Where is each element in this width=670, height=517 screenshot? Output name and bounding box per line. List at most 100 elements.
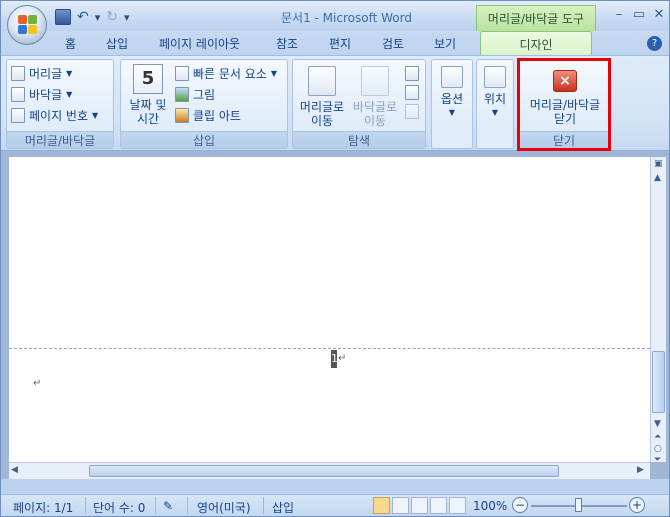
chevron-down-icon: ▼ (270, 68, 278, 78)
header-label: 머리글 (29, 66, 63, 81)
horizontal-scroll-thumb[interactable] (89, 465, 559, 477)
goto-footer-icon (361, 66, 389, 96)
chevron-down-icon: ▼ (66, 68, 73, 78)
paragraph-mark: ↵ (338, 353, 347, 364)
scroll-down-icon[interactable]: ▼ (654, 419, 661, 429)
full-screen-reading-icon[interactable] (392, 497, 409, 514)
restore-icon[interactable]: ▭ (629, 7, 649, 22)
language-indicator[interactable]: 영어(미국) (197, 499, 251, 516)
footer-icon (11, 86, 25, 102)
tab-view[interactable]: 보기 (434, 35, 456, 52)
browse-object-icon[interactable]: ○ (654, 444, 662, 454)
quick-parts-icon (175, 65, 189, 81)
quick-access-toolbar: ↶ ▾ ↻ ▾ (55, 7, 130, 27)
tab-home[interactable]: 홈 (65, 35, 76, 52)
outline-icon[interactable] (430, 497, 447, 514)
vertical-scrollbar[interactable]: ▣ ▲ ▼ ⏶ ○ ⏷ (650, 157, 666, 465)
picture-label: 그림 (193, 87, 216, 102)
options-icon (441, 66, 463, 88)
tab-review[interactable]: 검토 (382, 35, 404, 52)
insert-mode[interactable]: 삽입 (272, 499, 294, 516)
horizontal-scrollbar[interactable]: ◀ ▶ (9, 462, 650, 479)
nav-small-buttons (405, 66, 421, 119)
page-number-button[interactable]: 페이지 번호 ▼ (11, 106, 98, 124)
group-options: 옵션 ▼ (431, 59, 473, 149)
quick-parts-label: 빠른 문서 요소 (193, 66, 267, 81)
view-buttons (373, 497, 466, 514)
next-page-icon[interactable]: ⏷ (654, 455, 661, 465)
footer-button[interactable]: 바닥글 ▼ (11, 85, 72, 103)
chevron-down-icon: ▼ (66, 89, 73, 99)
undo-icon[interactable]: ↶ (77, 9, 89, 25)
zoom-out-icon[interactable]: − (512, 497, 528, 513)
previous-page-icon[interactable]: ⏶ (654, 432, 661, 442)
minimize-icon[interactable]: – (609, 7, 629, 22)
status-bar: 페이지: 1/1 단어 수: 0 ✎ 영어(미국) 삽입 100% − + (1, 494, 669, 516)
goto-header-label-1: 머리글로 (299, 100, 345, 114)
options-button[interactable]: 옵션 ▼ (434, 66, 470, 120)
goto-header-label-2: 이동 (310, 114, 334, 128)
undo-dropdown-icon[interactable]: ▾ (95, 11, 101, 24)
scroll-right-icon[interactable]: ▶ (637, 465, 644, 475)
previous-section-icon[interactable] (405, 66, 419, 81)
web-layout-icon[interactable] (411, 497, 428, 514)
date-time-button[interactable]: 5 날짜 및 시간 (125, 64, 171, 126)
help-icon[interactable]: ? (647, 36, 662, 51)
proofing-icon[interactable]: ✎ (163, 499, 173, 513)
clipart-button[interactable]: 클립 아트 (175, 106, 241, 124)
zoom-in-icon[interactable]: + (629, 497, 645, 513)
position-label: 위치 (483, 92, 507, 106)
page-number-icon (11, 107, 25, 123)
position-icon (484, 66, 506, 88)
tab-insert[interactable]: 삽입 (106, 35, 128, 52)
document-page[interactable]: 1 ↵ ↵ (9, 157, 650, 462)
goto-header-button[interactable]: 머리글로 이동 (296, 66, 348, 128)
scroll-left-icon[interactable]: ◀ (11, 465, 18, 475)
goto-footer-label-2: 이동 (363, 114, 387, 128)
tab-page-layout[interactable]: 페이지 레이아웃 (159, 35, 240, 52)
zoom-level[interactable]: 100% (473, 499, 507, 513)
tab-references[interactable]: 참조 (276, 35, 298, 52)
save-icon[interactable] (55, 9, 71, 25)
ruler-toggle-icon[interactable]: ▣ (654, 159, 663, 169)
date-time-label-1: 날짜 및 (129, 98, 167, 112)
clipart-label: 클립 아트 (193, 108, 241, 123)
tab-mailings[interactable]: 편지 (329, 35, 351, 52)
position-button[interactable]: 위치 ▼ (479, 66, 511, 120)
calendar-icon: 5 (133, 64, 163, 94)
print-layout-icon[interactable] (373, 497, 390, 514)
highlight-box (517, 58, 611, 151)
customize-qat-icon[interactable]: ▾ (124, 11, 130, 24)
goto-footer-button[interactable]: 바닥글로 이동 (349, 66, 401, 128)
paragraph-mark: ↵ (33, 378, 42, 389)
draft-icon[interactable] (449, 497, 466, 514)
page-count[interactable]: 페이지: 1/1 (13, 499, 73, 516)
options-label: 옵션 (440, 92, 464, 106)
chevron-down-icon: ▼ (491, 108, 499, 117)
group-header-footer: 머리글 ▼ 바닥글 ▼ 페이지 번호 ▼ 머리글/바닥글 (6, 59, 114, 149)
vertical-scroll-thumb[interactable] (652, 351, 665, 413)
window-title: 문서1 - Microsoft Word (281, 11, 412, 25)
word-count[interactable]: 단어 수: 0 (93, 499, 145, 516)
scroll-up-icon[interactable]: ▲ (654, 173, 661, 183)
context-tool-label: 머리글/바닥글 도구 (476, 5, 596, 31)
next-section-icon[interactable] (405, 85, 419, 100)
word-window: ↶ ▾ ↻ ▾ 문서1 - Microsoft Word 머리글/바닥글 도구 … (0, 0, 670, 517)
office-button[interactable] (7, 5, 47, 45)
tab-design[interactable]: 디자인 (480, 31, 592, 56)
page-number-label: 페이지 번호 (29, 108, 89, 123)
picture-button[interactable]: 그림 (175, 85, 215, 103)
page-number-field[interactable]: 1 (331, 350, 338, 368)
redo-icon[interactable]: ↻ (106, 9, 118, 25)
goto-footer-label-1: 바닥글로 (352, 100, 398, 114)
link-to-previous-icon[interactable] (405, 104, 419, 119)
header-button[interactable]: 머리글 ▼ (11, 64, 72, 82)
group-navigation: 머리글로 이동 바닥글로 이동 탐색 (292, 59, 426, 149)
close-window-icon[interactable]: ✕ (649, 7, 669, 22)
ribbon-tabs: 홈 삽입 페이지 레이아웃 참조 편지 검토 보기 디자인 ? (1, 31, 669, 56)
zoom-slider-thumb[interactable] (575, 498, 582, 512)
picture-icon (175, 86, 189, 102)
chevron-down-icon: ▼ (448, 108, 456, 117)
quick-parts-button[interactable]: 빠른 문서 요소 ▼ (175, 64, 277, 82)
group-label-insert: 삽입 (121, 131, 287, 148)
